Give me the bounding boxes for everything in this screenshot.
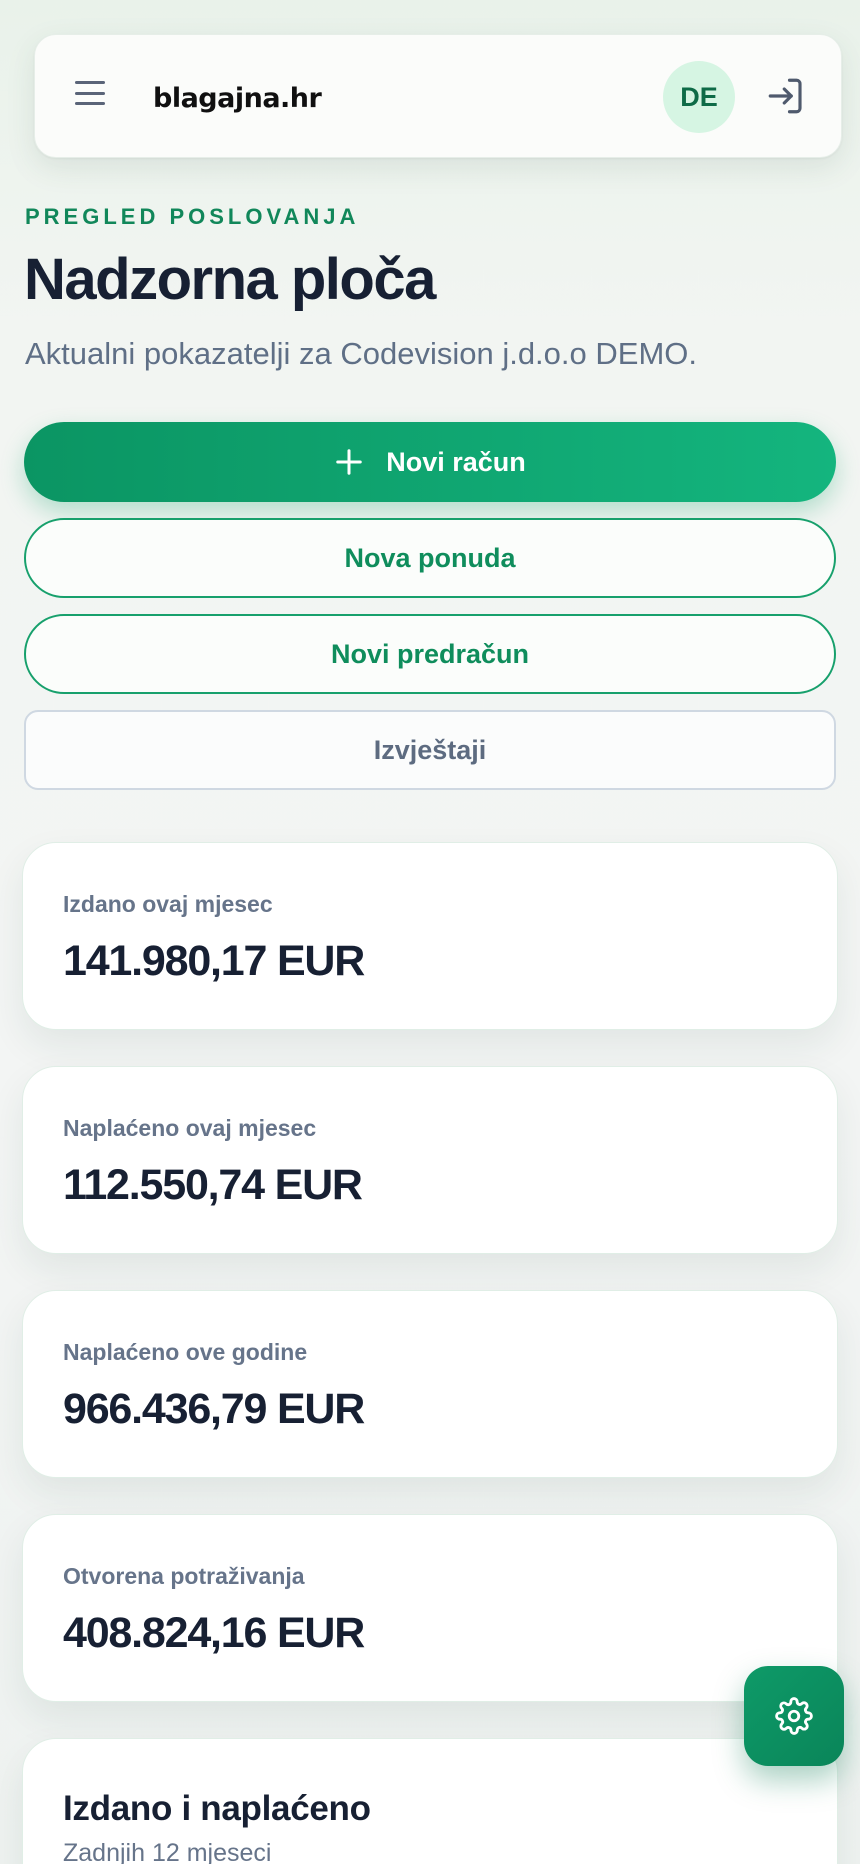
user-avatar[interactable]: DE	[663, 61, 735, 133]
stat-value: 408.824,16 EUR	[63, 1609, 365, 1657]
stat-value: 141.980,17 EUR	[63, 937, 365, 985]
issued-collected-chart-card: Izdano i naplaćeno Zadnjih 12 mjeseci	[22, 1738, 838, 1864]
new-offer-button[interactable]: Nova ponuda	[24, 518, 836, 598]
settings-fab-button[interactable]	[744, 1666, 844, 1766]
stat-label: Naplaćeno ove godine	[63, 1339, 308, 1365]
stat-card-issued-month: Izdano ovaj mjesec 141.980,17 EUR	[22, 842, 838, 1030]
chart-card-title: Izdano i naplaćeno	[63, 1789, 371, 1828]
page-subtitle: Aktualni pokazatelji za Codevision j.d.o…	[25, 336, 697, 371]
top-app-bar: blagajna.hr DE	[34, 34, 842, 158]
app-logo[interactable]: blagajna.hr	[153, 83, 322, 114]
stat-label: Otvorena potraživanja	[63, 1563, 305, 1589]
settings-gear-icon	[775, 1697, 813, 1735]
chart-card-subtitle: Zadnjih 12 mjeseci	[63, 1839, 272, 1864]
stat-label: Izdano ovaj mjesec	[63, 891, 273, 917]
stat-value: 966.436,79 EUR	[63, 1385, 365, 1433]
page-title: Nadzorna ploča	[24, 247, 436, 312]
stat-card-open-receivables: Otvorena potraživanja 408.824,16 EUR	[22, 1514, 838, 1702]
stat-label: Naplaćeno ovaj mjesec	[63, 1115, 317, 1141]
stat-card-collected-year: Naplaćeno ove godine 966.436,79 EUR	[22, 1290, 838, 1478]
plus-icon	[336, 449, 362, 475]
new-invoice-label: Novi račun	[386, 446, 526, 477]
new-invoice-button[interactable]: Novi račun	[24, 422, 836, 502]
new-proforma-button[interactable]: Novi predračun	[24, 614, 836, 694]
reports-button[interactable]: Izvještaji	[24, 710, 836, 790]
page-eyebrow: PREGLED POSLOVANJA	[25, 204, 360, 229]
stat-card-collected-month: Naplaćeno ovaj mjesec 112.550,74 EUR	[22, 1066, 838, 1254]
hamburger-menu-icon[interactable]	[73, 79, 107, 107]
stat-value: 112.550,74 EUR	[63, 1161, 363, 1209]
sign-in-icon[interactable]	[765, 75, 807, 117]
